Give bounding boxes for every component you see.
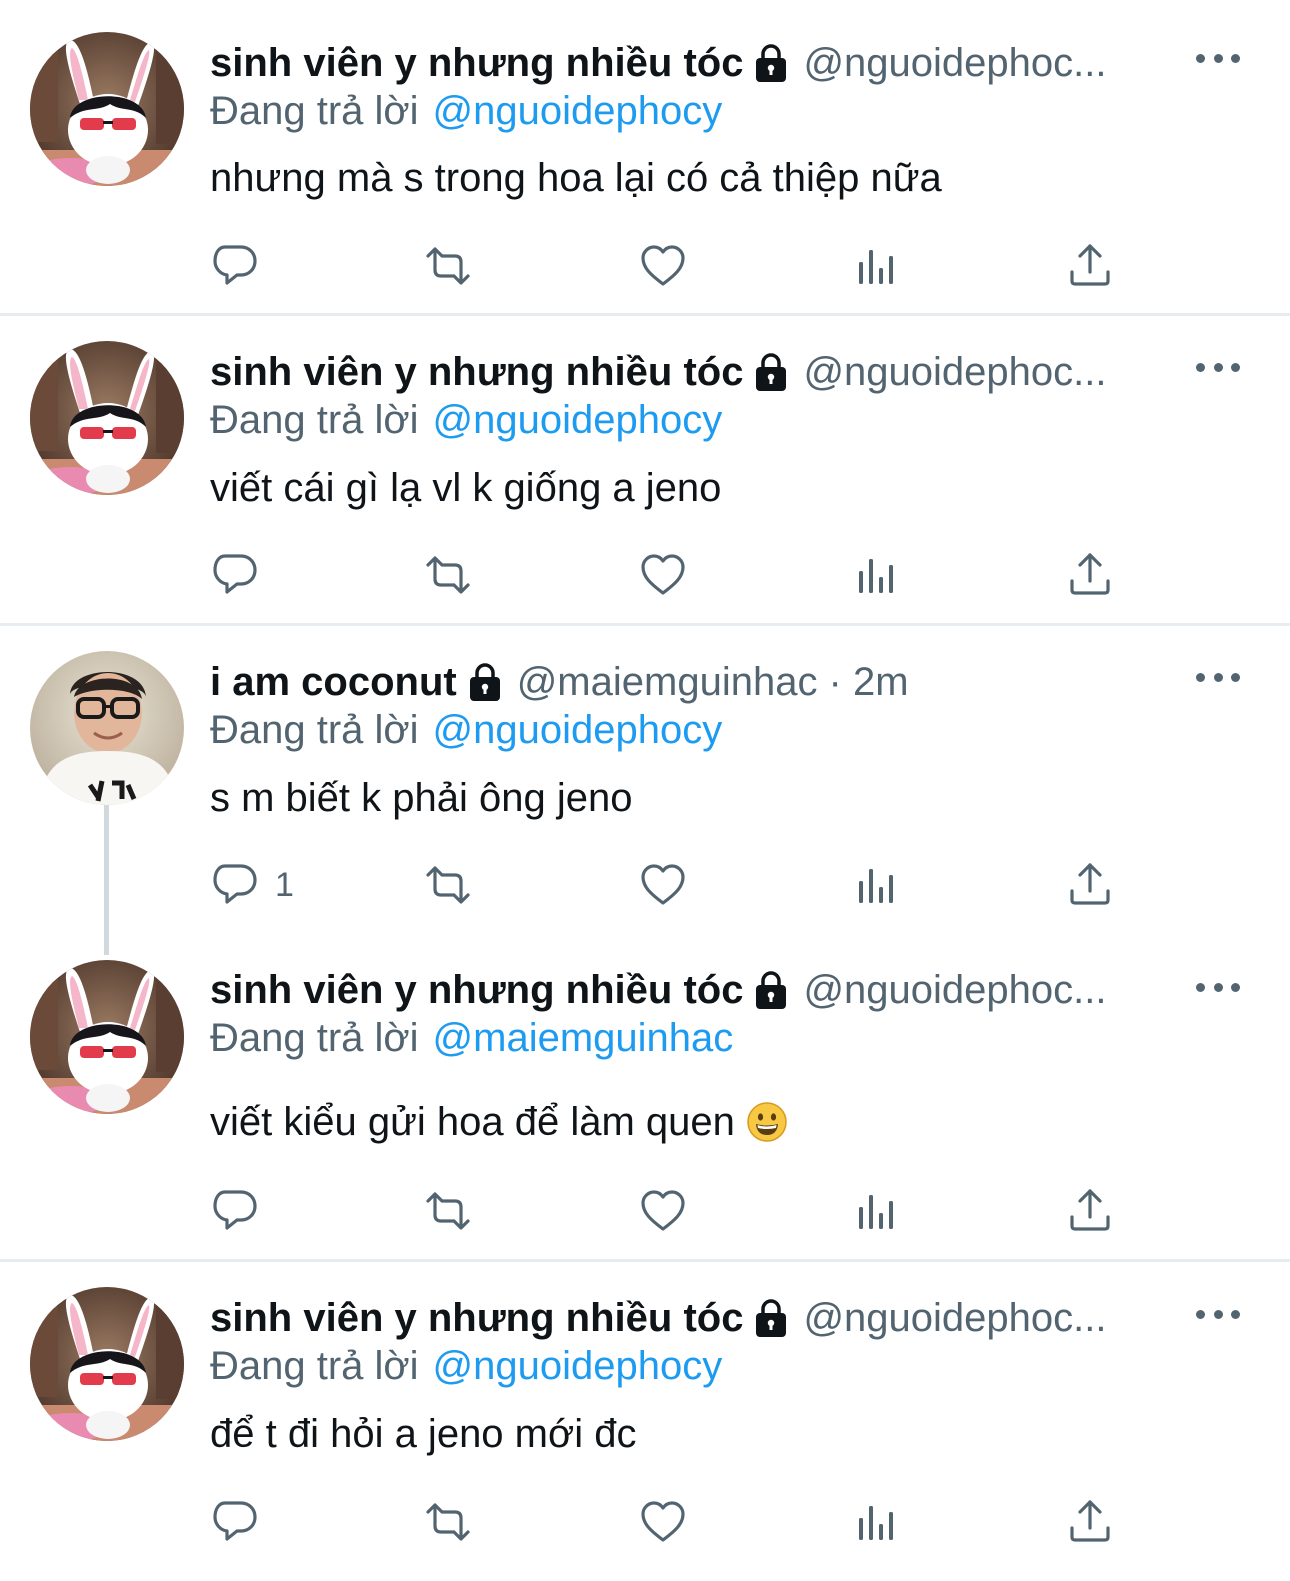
reply-prefix: Đang trả lời	[210, 1015, 419, 1060]
display-name[interactable]: sinh viên y nhưng nhiều tóc	[210, 968, 743, 1013]
reply-icon	[213, 1190, 257, 1230]
reply-to-mention[interactable]: @nguoidephocy	[433, 398, 723, 443]
share-icon	[1070, 1500, 1110, 1542]
tweet-text: viết kiểu gửi hoa để làm quen	[210, 1099, 735, 1144]
tweet-text: nhưng mà s trong hoa lại có cả thiệp nữa	[210, 155, 942, 200]
heart-icon	[641, 1501, 685, 1542]
retweet-button[interactable]	[420, 238, 476, 294]
share-icon	[1070, 863, 1110, 905]
analytics-icon	[859, 1506, 893, 1540]
lock-icon	[467, 663, 503, 701]
more-icon[interactable]	[1196, 667, 1240, 687]
reply-to-mention[interactable]: @nguoidephocy	[433, 1344, 723, 1389]
retweet-icon	[426, 1503, 470, 1541]
heart-icon	[641, 245, 685, 286]
tweet-text: s m biết k phải ông jeno	[210, 775, 633, 820]
analytics-icon	[859, 869, 893, 903]
tweet[interactable]: i am coconut @maiemguinhac · 2m Đang trả…	[0, 626, 1290, 946]
tweet-text: để t đi hỏi a jeno mới đc	[210, 1411, 637, 1456]
reply-icon	[213, 864, 257, 904]
reply-count: 1	[275, 865, 294, 904]
reply-icon	[213, 554, 257, 594]
tweet-text: viết cái gì lạ vl k giống a jeno	[210, 465, 722, 510]
avatar[interactable]	[30, 341, 184, 495]
display-name[interactable]: sinh viên y nhưng nhiều tóc	[210, 41, 743, 86]
analytics-icon	[859, 559, 893, 593]
user-handle[interactable]: @nguoidephoc...	[803, 350, 1106, 395]
heart-icon	[641, 554, 685, 595]
avatar[interactable]	[30, 960, 184, 1114]
retweet-button[interactable]	[420, 1494, 476, 1550]
reply-prefix: Đang trả lời	[210, 397, 419, 442]
share-button[interactable]	[1062, 1494, 1118, 1550]
like-button[interactable]	[635, 1183, 691, 1239]
avatar[interactable]	[30, 32, 184, 186]
analytics-icon	[859, 1195, 893, 1229]
retweet-icon	[426, 247, 470, 285]
share-button[interactable]	[1062, 857, 1118, 913]
heart-icon	[641, 864, 685, 905]
retweet-button[interactable]	[420, 547, 476, 603]
like-button[interactable]	[635, 857, 691, 913]
more-icon[interactable]	[1196, 1304, 1240, 1324]
reply-icon	[213, 1501, 257, 1541]
reply-prefix: Đang trả lời	[210, 707, 419, 752]
analytics-button[interactable]	[849, 238, 905, 294]
analytics-button[interactable]	[849, 1494, 905, 1550]
user-handle[interactable]: @nguoidephoc...	[803, 1296, 1106, 1341]
analytics-button[interactable]	[849, 547, 905, 603]
analytics-icon	[859, 250, 893, 284]
reply-prefix: Đang trả lời	[210, 88, 419, 133]
retweet-button[interactable]	[420, 1183, 476, 1239]
tweet[interactable]: sinh viên y nhưng nhiều tóc @nguoidephoc…	[0, 946, 1290, 1262]
retweet-button[interactable]	[420, 857, 476, 913]
heart-icon	[641, 1190, 685, 1231]
retweet-icon	[426, 866, 470, 904]
reply-prefix: Đang trả lời	[210, 1343, 419, 1388]
lock-icon	[753, 1299, 789, 1337]
more-icon[interactable]	[1196, 48, 1240, 68]
avatar[interactable]	[30, 651, 184, 805]
analytics-button[interactable]	[849, 857, 905, 913]
share-button[interactable]	[1062, 238, 1118, 294]
analytics-button[interactable]	[849, 1183, 905, 1239]
reply-button[interactable]: 1	[207, 857, 327, 913]
reply-button[interactable]	[207, 238, 263, 294]
reply-icon	[213, 245, 257, 285]
like-button[interactable]	[635, 1494, 691, 1550]
retweet-icon	[426, 556, 470, 594]
share-icon	[1070, 553, 1110, 595]
reply-button[interactable]	[207, 1494, 263, 1550]
user-handle[interactable]: @nguoidephoc...	[803, 41, 1106, 86]
display-name[interactable]: sinh viên y nhưng nhiều tóc	[210, 350, 743, 395]
avatar[interactable]	[30, 1287, 184, 1441]
tweet[interactable]: sinh viên y nhưng nhiều tóc @nguoidephoc…	[0, 316, 1290, 626]
like-button[interactable]	[635, 238, 691, 294]
reply-button[interactable]	[207, 547, 263, 603]
more-icon[interactable]	[1196, 357, 1240, 377]
like-button[interactable]	[635, 547, 691, 603]
share-icon	[1070, 1189, 1110, 1231]
share-button[interactable]	[1062, 547, 1118, 603]
tweet[interactable]: sinh viên y nhưng nhiều tóc @nguoidephoc…	[0, 0, 1290, 316]
share-button[interactable]	[1062, 1183, 1118, 1239]
lock-icon	[753, 971, 789, 1009]
reply-to-mention[interactable]: @maiemguinhac	[433, 1016, 734, 1061]
grinning-face-emoji	[747, 1102, 787, 1142]
display-name[interactable]: sinh viên y nhưng nhiều tóc	[210, 1296, 743, 1341]
retweet-icon	[426, 1192, 470, 1230]
tweet[interactable]: sinh viên y nhưng nhiều tóc @nguoidephoc…	[0, 1262, 1290, 1581]
reply-to-mention[interactable]: @nguoidephocy	[433, 89, 723, 134]
user-handle[interactable]: @nguoidephoc...	[803, 968, 1106, 1013]
more-icon[interactable]	[1196, 977, 1240, 997]
reply-button[interactable]	[207, 1183, 263, 1239]
lock-icon	[753, 44, 789, 82]
share-icon	[1070, 244, 1110, 286]
display-name[interactable]: i am coconut	[210, 660, 457, 705]
user-handle[interactable]: @maiemguinhac · 2m	[517, 660, 909, 705]
lock-icon	[753, 353, 789, 391]
reply-to-mention[interactable]: @nguoidephocy	[433, 708, 723, 753]
